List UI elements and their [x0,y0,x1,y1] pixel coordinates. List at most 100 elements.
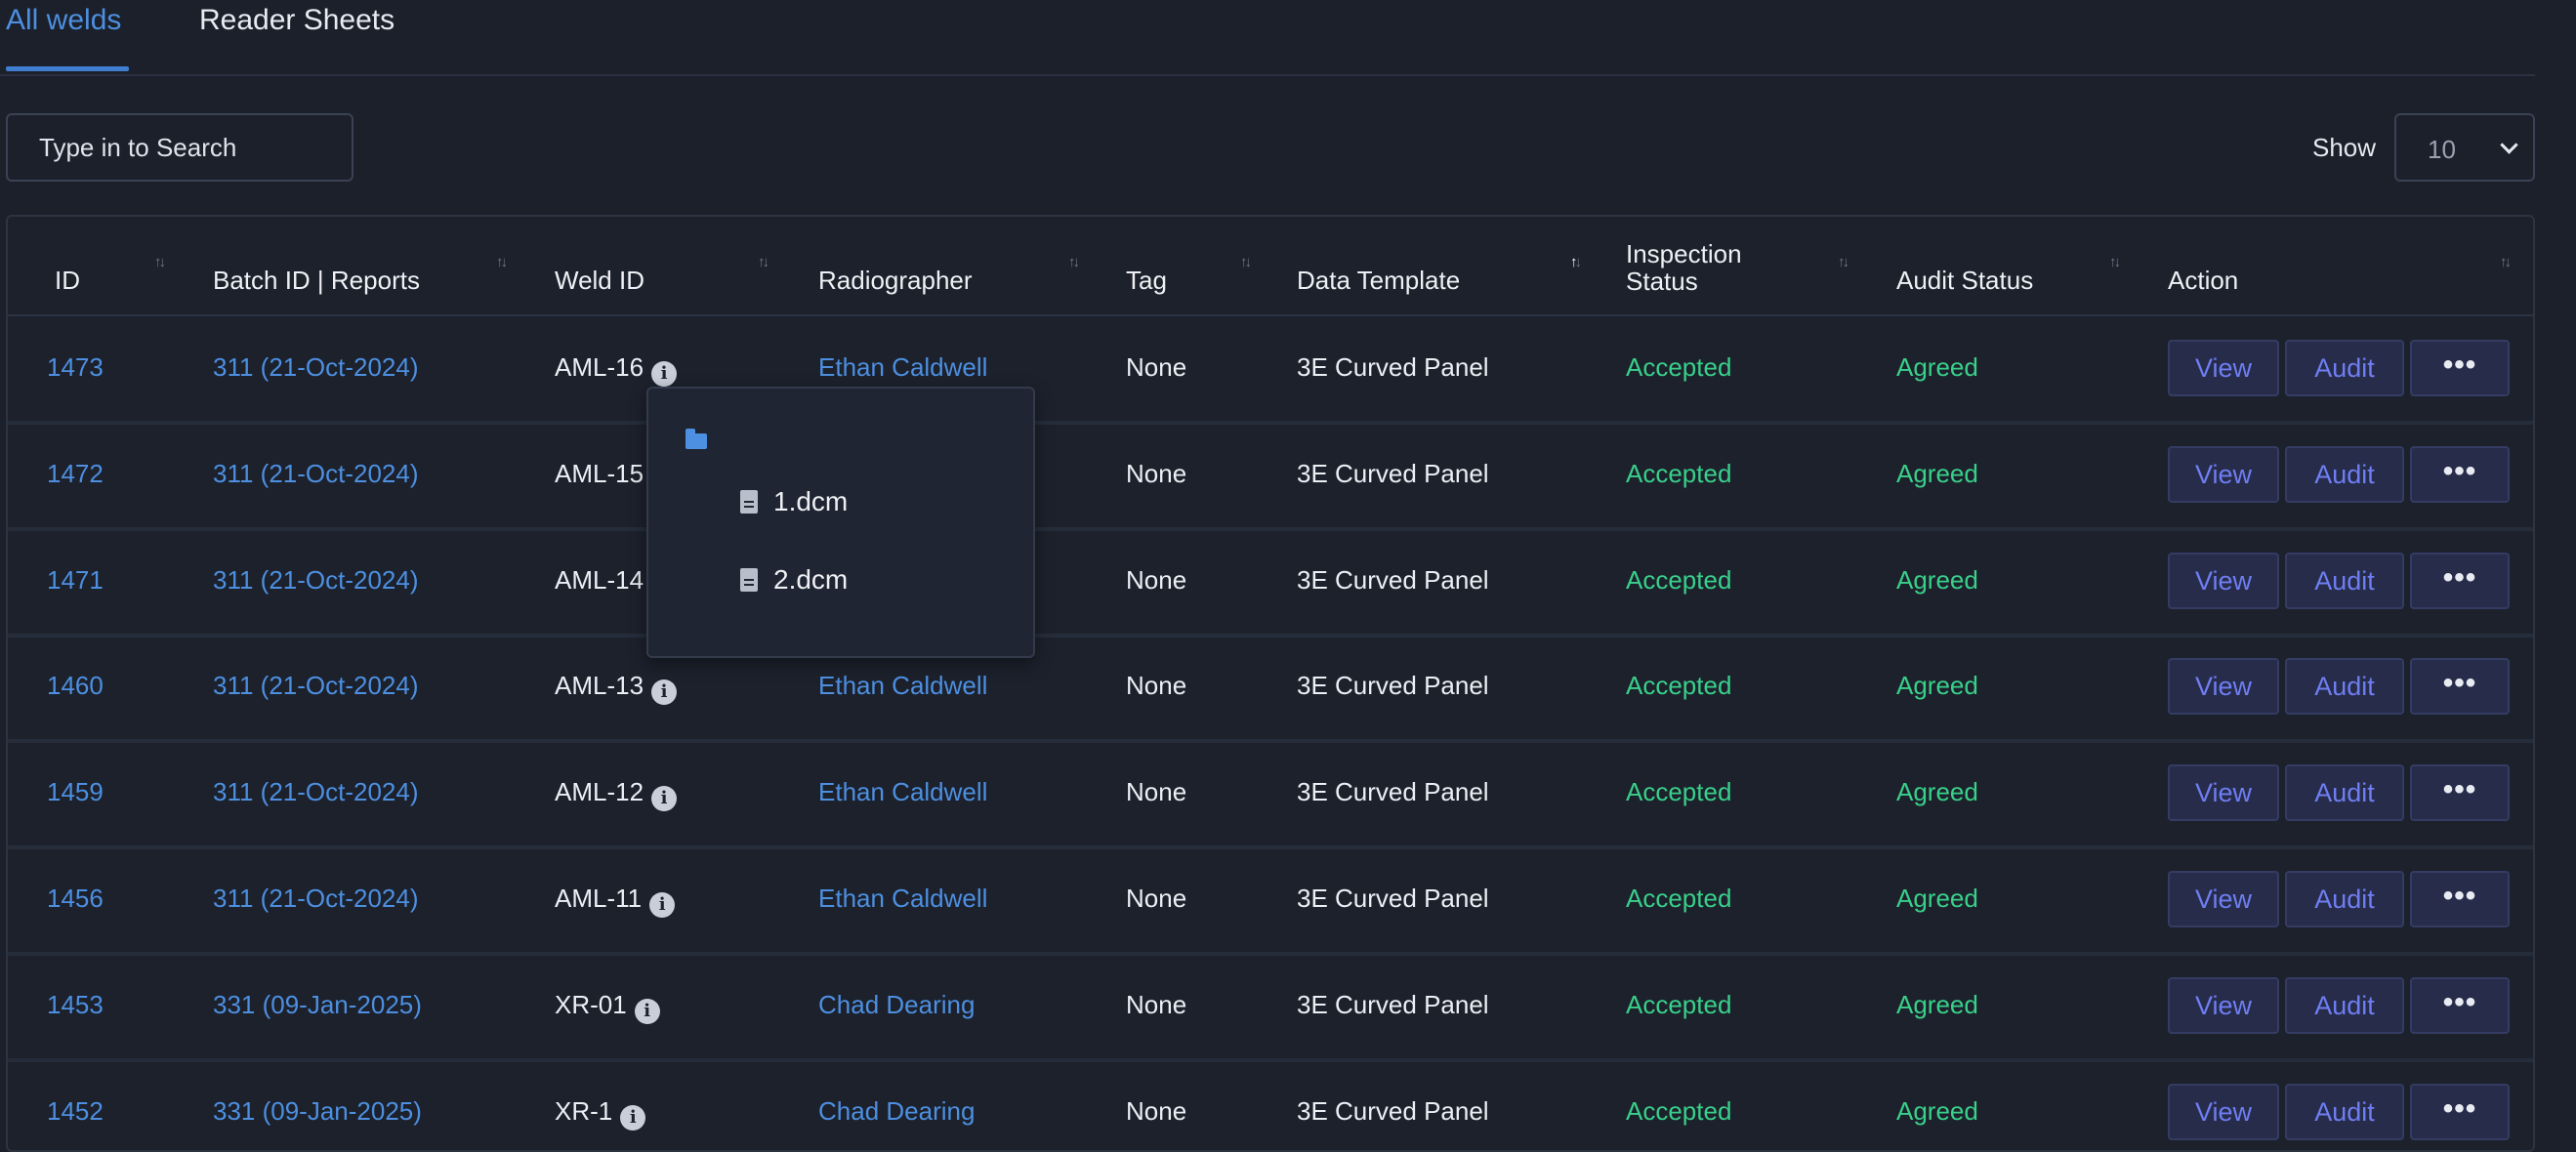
audit-button[interactable]: Audit [2285,871,2404,927]
radiographer-link[interactable]: Chad Dearing [818,990,975,1019]
radiographer-link[interactable]: Ethan Caldwell [818,671,987,700]
weld-record-id-link[interactable]: 1459 [47,777,104,806]
table-row: 1459 311 (21-Oct-2024) AML-12 i Ethan Caldwe… [8,741,2533,849]
sort-icon[interactable]: ↑↓ [758,254,779,273]
folder-icon[interactable] [686,429,707,449]
weld-id: AML-12 [555,777,644,806]
welds-table: ID ↑↓ Batch ID | Reports ↑↓ Weld ID ↑↓ R… [6,215,2535,1152]
sort-icon[interactable]: ↑↓ [1838,254,1859,273]
audit-status: Agreed [1896,565,1978,595]
column-header-tag[interactable]: Tag [1126,267,1167,294]
sort-asc-icon[interactable]: ↑↓ [1570,254,1592,273]
column-header-batch[interactable]: Batch ID | Reports [213,267,420,294]
weld-id: AML-15 [555,459,644,488]
table-row: 1456 311 (21-Oct-2024) AML-11 i Ethan Caldwe… [8,847,2533,956]
weld-record-id-link[interactable]: 1472 [47,459,104,488]
search-input[interactable] [6,113,353,182]
column-header-weld-id[interactable]: Weld ID [555,267,644,294]
view-button[interactable]: View [2168,764,2279,821]
audit-button[interactable]: Audit [2285,446,2404,503]
sort-icon[interactable]: ↑↓ [2109,254,2131,273]
tab-reader-sheets[interactable]: Reader Sheets [199,4,395,37]
more-actions-button[interactable]: ••• [2410,977,2510,1034]
view-button[interactable]: View [2168,977,2279,1034]
more-actions-button[interactable]: ••• [2410,1084,2510,1140]
view-button[interactable]: View [2168,340,2279,396]
view-button[interactable]: View [2168,658,2279,715]
column-header-data-template[interactable]: Data Template [1297,267,1460,294]
weld-record-id-link[interactable]: 1456 [47,884,104,913]
audit-button[interactable]: Audit [2285,977,2404,1034]
data-template-cell: 3E Curved Panel [1297,459,1489,488]
inspection-status: Accepted [1626,459,1732,488]
more-actions-button[interactable]: ••• [2410,764,2510,821]
weld-id-cell: AML-16 i [555,352,678,387]
audit-button[interactable]: Audit [2285,553,2404,609]
view-button[interactable]: View [2168,446,2279,503]
view-button[interactable]: View [2168,871,2279,927]
more-actions-button[interactable]: ••• [2410,553,2510,609]
page-size-select[interactable]: 10 [2394,113,2535,182]
info-icon[interactable]: i [651,786,678,811]
more-actions-button[interactable]: ••• [2410,871,2510,927]
column-header-radiographer[interactable]: Radiographer [818,267,973,294]
sort-icon[interactable]: ↑↓ [154,254,176,273]
audit-button[interactable]: Audit [2285,340,2404,396]
audit-button[interactable]: Audit [2285,1084,2404,1140]
column-header-inspection-status[interactable]: Inspection Status [1626,240,1782,295]
batch-link[interactable]: 311 (21-Oct-2024) [213,884,419,913]
tab-all-welds[interactable]: All welds [6,4,121,37]
info-icon[interactable]: i [651,361,678,387]
sort-icon[interactable]: ↑↓ [1068,254,1090,273]
file-item[interactable]: 2.dcm [740,564,848,596]
view-button[interactable]: View [2168,1084,2279,1140]
data-template-cell: 3E Curved Panel [1297,777,1489,806]
more-actions-button[interactable]: ••• [2410,340,2510,396]
weld-id: AML-13 [555,671,644,700]
audit-button[interactable]: Audit [2285,764,2404,821]
info-icon[interactable]: i [649,892,676,918]
radiographer-link[interactable]: Chad Dearing [818,1096,975,1126]
info-icon[interactable]: i [620,1105,646,1131]
audit-status: Agreed [1896,671,1978,700]
sort-icon[interactable]: ↑↓ [2500,254,2521,273]
batch-link[interactable]: 311 (21-Oct-2024) [213,459,419,488]
table-row: 1453 331 (09-Jan-2025) XR-01 i Chad Dearing N… [8,954,2533,1062]
data-template-cell: 3E Curved Panel [1297,990,1489,1019]
weld-record-id-link[interactable]: 1460 [47,671,104,700]
batch-link[interactable]: 311 (21-Oct-2024) [213,352,419,382]
column-header-id[interactable]: ID [55,267,80,294]
sort-icon[interactable]: ↑↓ [1240,254,1262,273]
tag-cell: None [1126,1096,1187,1126]
data-template-cell: 3E Curved Panel [1297,1096,1489,1126]
radiographer-link[interactable]: Ethan Caldwell [818,777,987,806]
batch-link[interactable]: 331 (09-Jan-2025) [213,990,422,1019]
file-item[interactable]: 1.dcm [740,486,848,517]
batch-link[interactable]: 311 (21-Oct-2024) [213,777,419,806]
radiographer-link[interactable]: Ethan Caldwell [818,352,987,382]
file-name: 1.dcm [773,486,849,516]
view-button[interactable]: View [2168,553,2279,609]
info-icon[interactable]: i [634,999,660,1024]
batch-link[interactable]: 331 (09-Jan-2025) [213,1096,422,1126]
inspection-status: Accepted [1626,1096,1732,1126]
batch-link[interactable]: 311 (21-Oct-2024) [213,565,419,595]
weld-id-cell: XR-01 i [555,990,660,1024]
data-template-cell: 3E Curved Panel [1297,671,1489,700]
sort-icon[interactable]: ↑↓ [496,254,518,273]
column-header-audit-status[interactable]: Audit Status [1896,267,2033,294]
tag-cell: None [1126,459,1187,488]
file-icon [740,568,758,592]
audit-button[interactable]: Audit [2285,658,2404,715]
weld-record-id-link[interactable]: 1473 [47,352,104,382]
weld-record-id-link[interactable]: 1471 [47,565,104,595]
radiographer-link[interactable]: Ethan Caldwell [818,884,987,913]
weld-record-id-link[interactable]: 1452 [47,1096,104,1126]
weld-record-id-link[interactable]: 1453 [47,990,104,1019]
batch-link[interactable]: 311 (21-Oct-2024) [213,671,419,700]
info-icon[interactable]: i [651,679,678,705]
weld-id: XR-1 [555,1096,613,1126]
more-actions-button[interactable]: ••• [2410,658,2510,715]
audit-status: Agreed [1896,884,1978,913]
more-actions-button[interactable]: ••• [2410,446,2510,503]
